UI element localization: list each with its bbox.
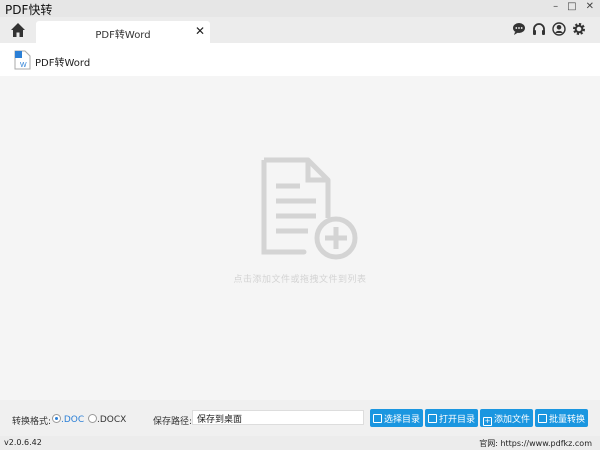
button-label: 选择目录 — [384, 415, 421, 425]
format-doc-label: .DOC — [61, 415, 85, 425]
tab-label: PDF转Word — [95, 30, 151, 41]
minimize-button[interactable]: – — [553, 1, 558, 12]
plus-icon: + — [483, 417, 492, 426]
user-icon[interactable] — [552, 22, 566, 36]
path-label: 保存路径: — [153, 417, 193, 427]
status-bar: v2.0.6.42 官网: https://www.pdfkz.com — [0, 436, 600, 450]
save-icon — [373, 414, 382, 423]
close-button[interactable]: ✕ — [586, 1, 594, 12]
bottom-bar: 转换格式: .DOC .DOCX 保存路径: 保存到桌面 选择目录 打开目录 +… — [0, 400, 600, 436]
folder-icon — [428, 414, 437, 423]
radio-icon — [52, 414, 61, 423]
format-docx-label: .DOCX — [97, 415, 127, 425]
pdf-word-icon: W — [14, 50, 31, 70]
save-path-input[interactable]: 保存到桌面 — [192, 410, 364, 425]
button-label: 批量转换 — [549, 415, 586, 425]
batch-convert-button[interactable]: 批量转换 — [535, 409, 589, 427]
title-bar: PDF快转 – □ ✕ — [0, 0, 600, 17]
file-drop-area[interactable]: 点击添加文件或拖拽文件到列表 — [0, 76, 600, 400]
drop-hint: 点击添加文件或拖拽文件到列表 — [233, 275, 367, 285]
button-label: 打开目录 — [439, 415, 476, 425]
choose-directory-button[interactable]: 选择目录 — [370, 409, 424, 427]
version-text: v2.0.6.42 — [4, 438, 42, 447]
maximize-button[interactable]: □ — [567, 1, 576, 12]
format-docx-radio[interactable]: .DOCX — [88, 414, 126, 425]
button-label: 添加文件 — [494, 415, 531, 425]
tab-bar: PDF转Word ✕ — [0, 17, 600, 43]
headset-icon[interactable] — [532, 22, 546, 36]
gear-icon[interactable] — [572, 22, 586, 36]
chat-icon[interactable] — [512, 22, 526, 36]
app-title: PDF快转 — [5, 3, 53, 17]
convert-icon — [538, 414, 547, 423]
format-label: 转换格式: — [12, 417, 52, 427]
open-directory-button[interactable]: 打开目录 — [425, 409, 479, 427]
add-file-icon — [261, 157, 358, 260]
panel-header: W PDF转Word — [0, 43, 600, 76]
add-file-button[interactable]: + 添加文件 — [480, 409, 534, 427]
tab-pdf-to-word[interactable]: PDF转Word ✕ — [36, 21, 210, 43]
panel-title: PDF转Word — [35, 58, 91, 69]
svg-text:W: W — [20, 62, 27, 69]
radio-icon — [88, 414, 97, 423]
website-link[interactable]: 官网: https://www.pdfkz.com — [479, 438, 592, 449]
home-icon[interactable] — [10, 22, 26, 38]
format-doc-radio[interactable]: .DOC — [52, 414, 84, 425]
tab-close-icon[interactable]: ✕ — [195, 24, 205, 38]
